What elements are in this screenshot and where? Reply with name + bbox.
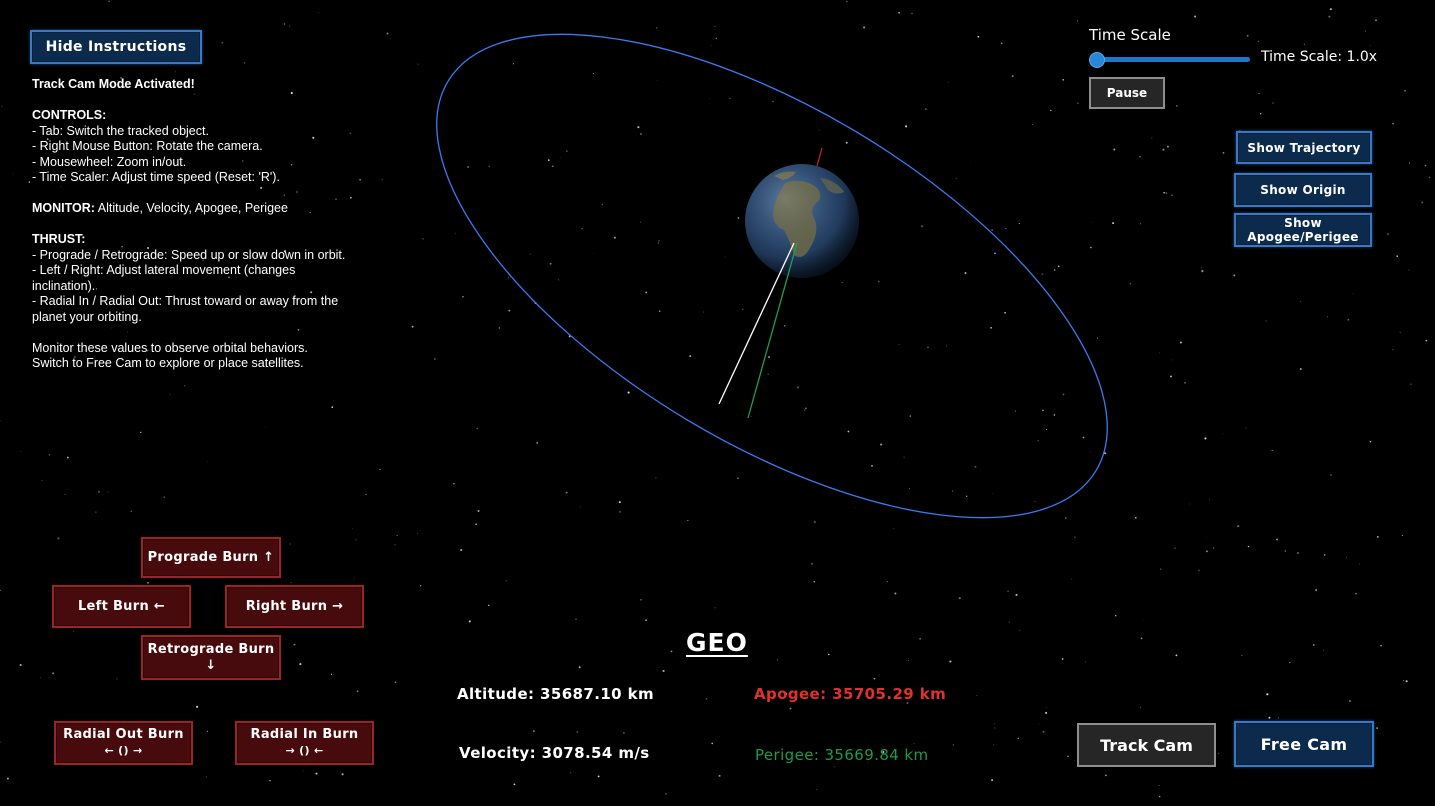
show-trajectory-button[interactable]: Show Trajectory: [1236, 131, 1372, 164]
instruction-line: planet your orbiting.: [32, 309, 142, 324]
instruction-line: MONITOR: Altitude, Velocity, Apogee, Per…: [32, 201, 392, 217]
retrograde-burn-label: Retrograde Burn ↓: [147, 641, 275, 673]
velocity-readout: Velocity: 3078.54 m/s: [459, 744, 650, 762]
radial-in-burn-label: Radial In Burn: [250, 727, 359, 742]
instruction-line: - Time Scaler: Adjust time speed (Reset:…: [32, 170, 280, 184]
instruction-line: [32, 217, 392, 233]
orbit-trajectory: [436, 33, 1108, 519]
instruction-line: - Prograde / Retrograde: Speed up or slo…: [32, 247, 346, 262]
perigee-readout: Perigee: 35669.84 km: [755, 746, 929, 764]
earth-planet: [745, 164, 859, 278]
prograde-burn-label: Prograde Burn ↑: [147, 549, 275, 565]
left-burn-button[interactable]: Left Burn ←: [52, 585, 191, 628]
orbit-type-title: GEO: [686, 628, 748, 657]
pause-button[interactable]: Pause: [1089, 77, 1165, 109]
free-cam-label: Free Cam: [1260, 734, 1348, 754]
show-apogee-perigee-button[interactable]: Show Apogee/Perigee: [1234, 213, 1372, 247]
free-cam-button[interactable]: Free Cam: [1234, 721, 1374, 767]
apogee-marker: [816, 147, 823, 167]
radial-out-burn-button[interactable]: Radial Out Burn ← () →: [54, 721, 193, 765]
time-scale-slider-handle[interactable]: [1089, 52, 1105, 68]
instruction-line: Switch to Free Cam to explore or place s…: [32, 356, 304, 370]
instruction-line: - Mousewheel: Zoom in/out.: [32, 154, 187, 169]
altitude-readout: Altitude: 35687.10 km: [457, 685, 655, 703]
show-origin-label: Show Origin: [1260, 183, 1346, 197]
radial-out-burn-label: Radial Out Burn: [63, 727, 184, 742]
right-burn-label: Right Burn →: [245, 598, 344, 614]
right-burn-button[interactable]: Right Burn →: [225, 585, 364, 628]
show-apogee-perigee-label-1: Show: [1284, 216, 1322, 230]
radial-out-burn-arrows: ← () →: [104, 744, 143, 757]
show-origin-button[interactable]: Show Origin: [1234, 173, 1372, 207]
time-scale-value: Time Scale: 1.0x: [1261, 49, 1378, 65]
time-scale-title: Time Scale: [1089, 26, 1171, 44]
hide-instructions-button[interactable]: Hide Instructions: [30, 30, 202, 64]
left-burn-label: Left Burn ←: [77, 598, 166, 614]
instruction-line: [32, 93, 392, 109]
instruction-line: - Right Mouse Button: Rotate the camera.: [32, 139, 263, 153]
instructions-panel: Track Cam Mode Activated! CONTROLS: - Tab:…: [32, 77, 392, 372]
instruction-line: Monitor these values to observe orbital …: [32, 340, 308, 355]
instruction-line: THRUST:: [32, 232, 86, 246]
track-cam-button[interactable]: Track Cam: [1077, 723, 1216, 767]
instruction-line: [32, 325, 392, 341]
instruction-line: Track Cam Mode Activated!: [32, 77, 195, 91]
instruction-line: - Radial In / Radial Out: Thrust toward …: [32, 294, 339, 308]
instruction-line: [32, 186, 392, 202]
instruction-line: - Tab: Switch the tracked object.: [32, 123, 209, 138]
instruction-line: inclination).: [32, 278, 96, 293]
prograde-burn-button[interactable]: Prograde Burn ↑: [141, 537, 281, 578]
hide-instructions-label: Hide Instructions: [45, 39, 187, 55]
show-apogee-perigee-label-2: Apogee/Perigee: [1247, 230, 1359, 244]
time-scale-slider[interactable]: [1092, 57, 1250, 62]
show-trajectory-label: Show Trajectory: [1247, 140, 1361, 155]
origin-vector: [718, 242, 795, 405]
retrograde-burn-button[interactable]: Retrograde Burn ↓: [141, 635, 281, 680]
pause-label: Pause: [1106, 86, 1148, 100]
track-cam-label: Track Cam: [1100, 735, 1193, 755]
instruction-line-label: MONITOR:: [32, 201, 95, 215]
instruction-line-text: Altitude, Velocity, Apogee, Perigee: [94, 201, 288, 215]
radial-in-burn-arrows: → () ←: [285, 744, 324, 757]
radial-in-burn-button[interactable]: Radial In Burn → () ←: [235, 721, 374, 765]
instruction-line: CONTROLS:: [32, 108, 107, 122]
instruction-line: - Left / Right: Adjust lateral movement …: [32, 263, 296, 277]
apogee-readout: Apogee: 35705.29 km: [754, 685, 947, 703]
